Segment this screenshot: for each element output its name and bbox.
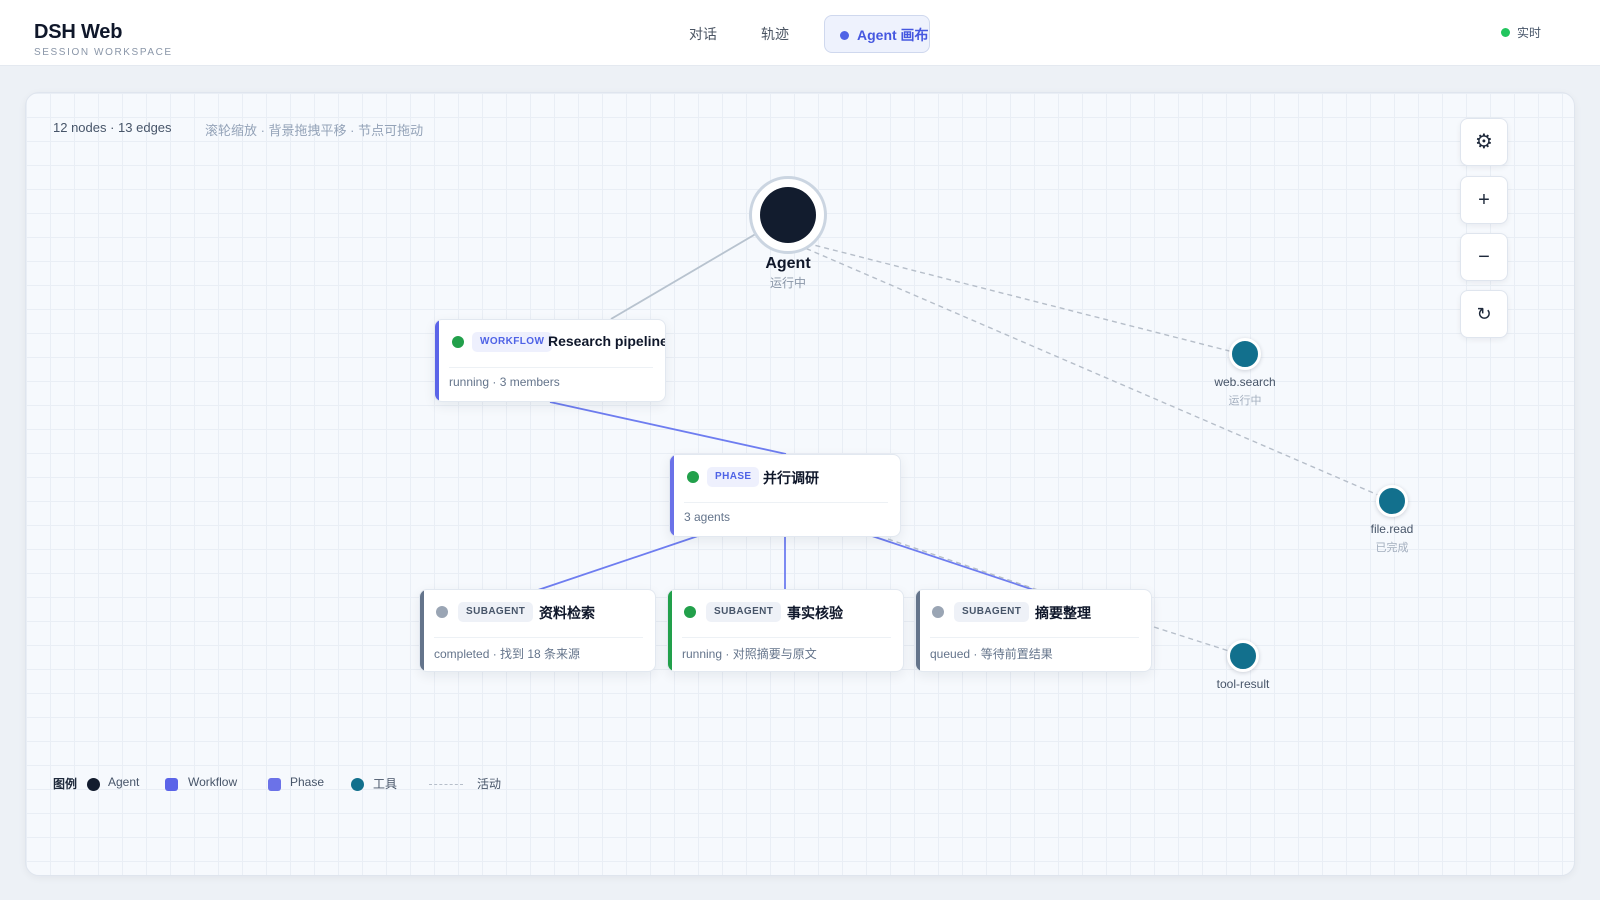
status-dot-icon: [684, 606, 696, 618]
legend-activity-label: 活动: [477, 777, 502, 791]
legend-agent-label: Agent: [108, 775, 140, 789]
legend-title: 图例: [53, 777, 78, 791]
tool-icon: [1229, 338, 1261, 370]
legend-activity-line-icon: [429, 784, 463, 785]
status-dot-icon: [687, 471, 699, 483]
subagent-node-2[interactable]: SUBAGENT 事实核验 running · 对照摘要与原文: [667, 589, 904, 672]
status-dot-icon: [932, 606, 944, 618]
workflow-node-subtitle: running · 3 members: [449, 375, 560, 389]
edge-phase-subagent-3-activity: [887, 538, 1039, 591]
edge-subagent-tool-result: [1153, 626, 1233, 653]
legend-phase-swatch-icon: [268, 778, 281, 791]
legend-tool-swatch-icon: [351, 778, 364, 791]
live-dot-icon: [1501, 28, 1510, 37]
edge-phase-subagent-3: [871, 535, 1035, 591]
edge-agent-web-search: [797, 240, 1246, 356]
canvas-settings-button[interactable]: ⚙: [1460, 118, 1508, 166]
tab-agent-canvas-label: Agent 画布: [857, 27, 929, 43]
tool-node-name: tool-result: [1216, 677, 1270, 691]
agent-node-name: Agent: [765, 255, 811, 272]
edge-phase-subagent-1: [537, 535, 699, 591]
node-type-tag: SUBAGENT: [458, 602, 534, 622]
tool-icon: [1376, 485, 1408, 517]
subagent-node-bar: [916, 590, 920, 671]
tab-trace[interactable]: 轨迹: [742, 15, 808, 53]
zoom-in-button[interactable]: +: [1460, 176, 1508, 224]
tool-node-name: web.search: [1214, 375, 1276, 389]
app-header: DSH Web SESSION WORKSPACE 对话 轨迹 Agent 画布…: [0, 0, 1600, 66]
subagent-node-title: 资料检索: [539, 605, 595, 621]
legend-agent-swatch-icon: [87, 778, 100, 791]
card-divider: [930, 637, 1139, 638]
node-type-tag: WORKFLOW: [472, 332, 553, 352]
card-divider: [434, 637, 643, 638]
subagent-node-subtitle: running · 对照摘要与原文: [682, 647, 817, 661]
tab-chat[interactable]: 对话: [670, 15, 736, 53]
node-type-tag: PHASE: [707, 467, 760, 487]
workflow-node-title: Research pipeline: [548, 333, 666, 349]
tab-agent-canvas[interactable]: Agent 画布: [824, 15, 930, 53]
app-title: DSH Web: [34, 21, 123, 43]
legend-workflow-label: Workflow: [188, 775, 238, 789]
agent-node-status: 运行中: [769, 276, 806, 290]
agent-node-core: [760, 187, 816, 243]
app-subtitle: SESSION WORKSPACE: [34, 47, 173, 58]
minus-icon: −: [1478, 246, 1490, 268]
zoom-out-button[interactable]: −: [1460, 233, 1508, 281]
node-type-tag: SUBAGENT: [954, 602, 1030, 622]
tool-icon: [1227, 640, 1259, 672]
edge-workflow-phase: [549, 401, 787, 455]
legend-workflow-swatch-icon: [165, 778, 178, 791]
phase-node-title: 并行调研: [763, 470, 819, 486]
phase-node[interactable]: PHASE 并行调研 3 agents: [669, 454, 901, 537]
plus-icon: +: [1478, 189, 1490, 211]
workflow-node-bar: [435, 320, 439, 401]
legend-tool-label: 工具: [373, 777, 398, 791]
subagent-node-title: 摘要整理: [1035, 605, 1091, 621]
subagent-node-1[interactable]: SUBAGENT 资料检索 completed · 找到 18 条来源: [419, 589, 656, 672]
tool-node-name: file.read: [1370, 522, 1414, 536]
tool-node-status: 运行中: [1228, 395, 1262, 407]
active-dot-icon: [840, 31, 849, 40]
status-dot-icon: [436, 606, 448, 618]
tool-node-status: 已完成: [1375, 542, 1409, 554]
subagent-node-title: 事实核验: [787, 605, 843, 621]
gear-icon: ⚙: [1475, 131, 1493, 153]
workflow-node[interactable]: WORKFLOW Research pipeline running · 3 m…: [434, 319, 666, 402]
reset-view-button[interactable]: ↻: [1460, 290, 1508, 338]
phase-node-subtitle: 3 agents: [684, 510, 731, 524]
node-type-tag: SUBAGENT: [706, 602, 782, 622]
refresh-icon: ↻: [1476, 304, 1492, 324]
subagent-node-bar: [668, 590, 672, 671]
subagent-node-3[interactable]: SUBAGENT 摘要整理 queued · 等待前置结果: [915, 589, 1152, 672]
status-dot-icon: [452, 336, 464, 348]
agent-canvas[interactable]: 12 nodes · 13 edges 滚轮缩放 · 背景拖拽平移 · 节点可拖…: [25, 92, 1575, 876]
card-divider: [449, 367, 653, 368]
card-divider: [682, 637, 891, 638]
phase-node-bar: [670, 455, 674, 536]
subagent-node-subtitle: queued · 等待前置结果: [930, 647, 1053, 661]
subagent-node-bar: [420, 590, 424, 671]
subagent-node-subtitle: completed · 找到 18 条来源: [434, 647, 581, 661]
card-divider: [684, 502, 888, 503]
legend-phase-label: Phase: [290, 775, 325, 789]
live-status-label: 实时: [1517, 26, 1542, 40]
